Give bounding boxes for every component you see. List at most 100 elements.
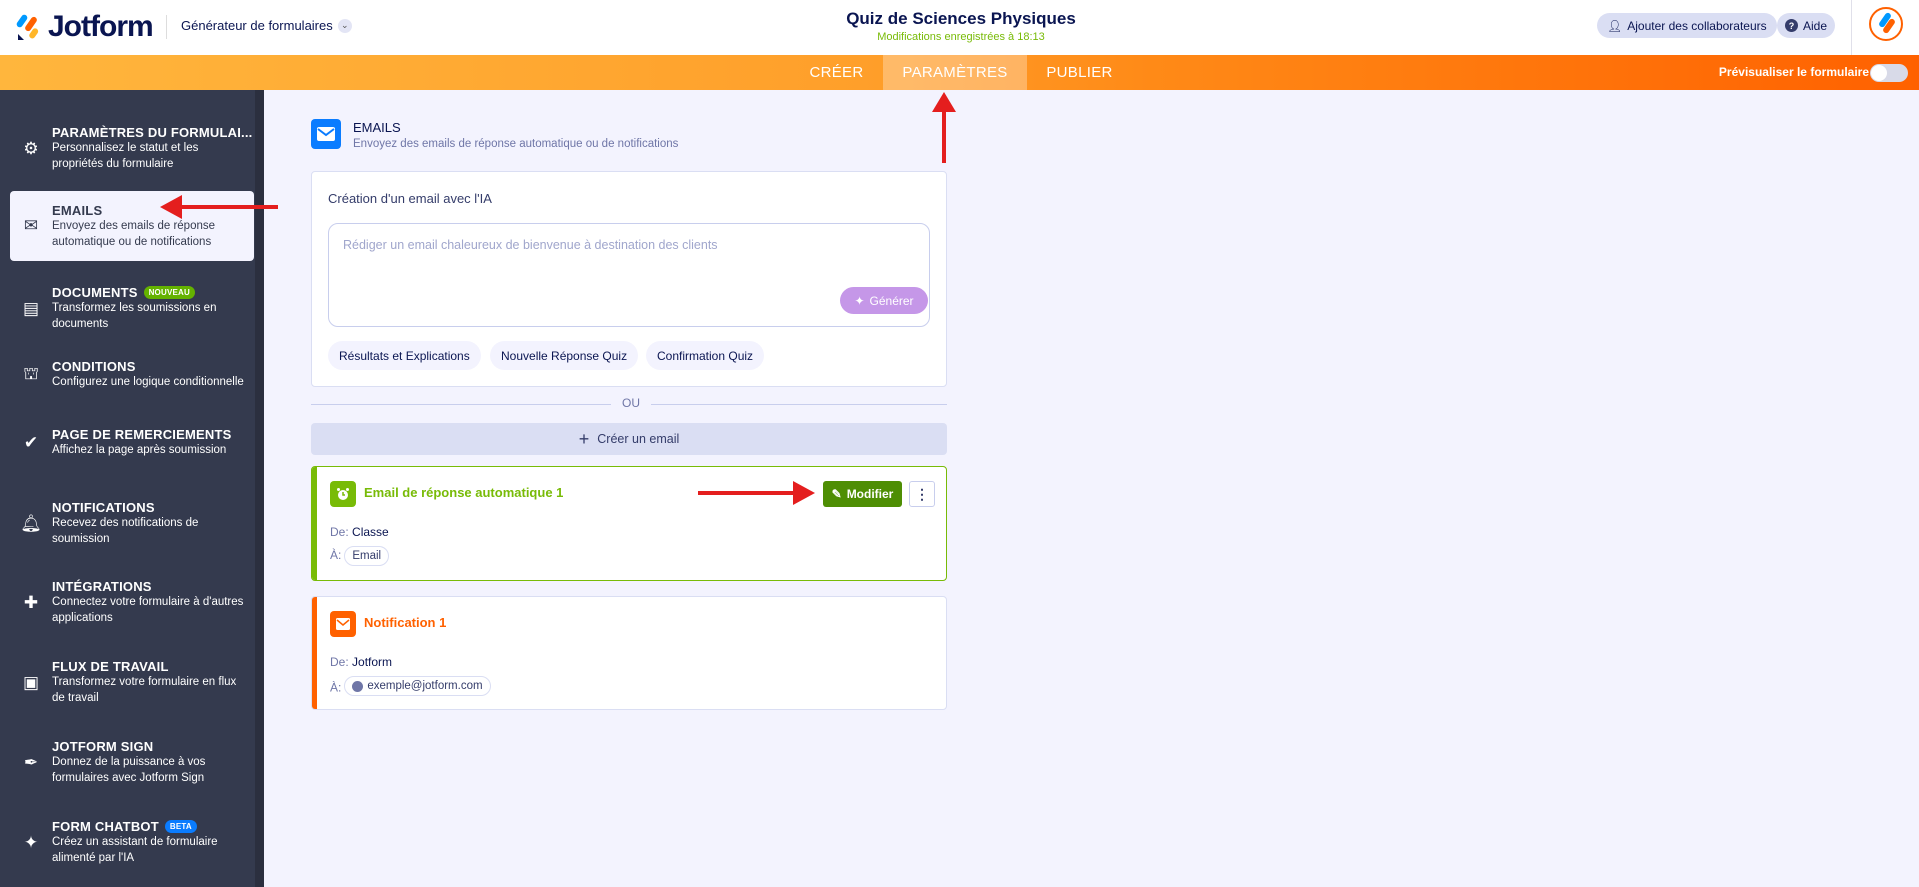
badge: BETA bbox=[164, 820, 197, 833]
edit-button[interactable]: ✎ Modifier bbox=[823, 481, 902, 507]
autoresponder-email-card[interactable]: Email de réponse automatique 1 ✎ Modifier… bbox=[311, 466, 947, 581]
badge: NOUVEAU bbox=[143, 286, 195, 299]
recipient-chip: exemple@jotform.com bbox=[344, 676, 491, 696]
hierarchy-icon: ⛫ bbox=[23, 363, 39, 383]
card-accent bbox=[312, 597, 317, 709]
ai-card-title: Création d'un email avec l'IA bbox=[328, 191, 492, 206]
more-vertical-icon: ⋮ bbox=[915, 485, 929, 502]
ai-email-card: Création d'un email avec l'IA Rédiger un… bbox=[311, 171, 947, 387]
sidebar-item-param-tres-du-formulai[interactable]: ⚙ PARAMÈTRES DU FORMULAI... Personnalisez … bbox=[10, 119, 254, 178]
sidebar-item-description: Créez un assistant de formulaire aliment… bbox=[52, 836, 218, 864]
pen-nib-icon: ✒ bbox=[23, 752, 39, 772]
generate-label: Générer bbox=[869, 293, 914, 308]
sidebar-scrollbar[interactable] bbox=[255, 90, 264, 887]
sidebar-item-title: INTÉGRATIONS bbox=[52, 579, 152, 594]
sidebar-item-title: PARAMÈTRES DU FORMULAI... bbox=[52, 125, 253, 140]
jotform-logo[interactable]: Jotform bbox=[16, 10, 154, 44]
recipient-value: Email bbox=[352, 550, 382, 562]
sidebar-item-jotform-sign[interactable]: ✒ JOTFORM SIGN Donnez de la puissance à vo… bbox=[10, 733, 254, 792]
form-title[interactable]: Quiz de Sciences Physiques bbox=[760, 9, 1162, 29]
avatar[interactable] bbox=[1869, 7, 1903, 41]
sidebar-item-int-grations[interactable]: ✚ INTÉGRATIONS Connectez votre formulaire … bbox=[10, 573, 254, 632]
sidebar-item-page-de-remerciements[interactable]: ✔ PAGE DE REMERCIEMENTS Affichez la page a… bbox=[10, 421, 254, 464]
brand-name: Jotform bbox=[48, 10, 154, 43]
from-line: De: Classe bbox=[330, 525, 389, 539]
annotation-arrows bbox=[160, 92, 956, 505]
builder-dropdown[interactable]: Générateur de formulaires ⌄ bbox=[181, 18, 352, 33]
sidebar-item-title: PAGE DE REMERCIEMENTS bbox=[52, 427, 232, 442]
or-separator: OU bbox=[622, 396, 640, 410]
divider bbox=[651, 404, 947, 405]
sidebar-item-title: EMAILS bbox=[52, 202, 103, 218]
envelope-icon: ✉ bbox=[23, 216, 39, 235]
sidebar-item-title: DOCUMENTS bbox=[52, 285, 138, 300]
question-icon: ? bbox=[1785, 19, 1798, 32]
sidebar-item-notifications[interactable]: 🔔︎ NOTIFICATIONS Recevez des notifications… bbox=[10, 494, 254, 553]
more-options-button[interactable]: ⋮ bbox=[909, 481, 935, 507]
divider bbox=[311, 404, 611, 405]
tab-publish[interactable]: PUBLIER bbox=[1027, 55, 1132, 90]
section-title: EMAILS bbox=[353, 120, 401, 135]
sidebar-item-description: Configurez une logique conditionnelle bbox=[52, 376, 244, 388]
help-label: Aide bbox=[1803, 18, 1828, 33]
ai-prompt-input[interactable]: Rédiger un email chaleureux de bienvenue… bbox=[328, 223, 930, 327]
envelope-icon bbox=[311, 119, 341, 149]
preview-toggle[interactable] bbox=[1870, 64, 1908, 82]
user-circle-icon bbox=[352, 680, 364, 692]
pencil-icon: ✎ bbox=[831, 487, 842, 501]
suggestion-chip[interactable]: Nouvelle Réponse Quiz bbox=[490, 341, 639, 370]
tab-create[interactable]: CRÉER bbox=[790, 55, 883, 90]
plus-icon: + bbox=[578, 428, 590, 449]
sidebar-item-form-chatbot[interactable]: ✦ FORM CHATBOT BETA Créez un assistant de f… bbox=[10, 813, 254, 872]
create-email-button[interactable]: + Créer un email bbox=[311, 423, 947, 455]
sidebar-item-conditions[interactable]: ⛫ CONDITIONS Configurez une logique condit… bbox=[10, 353, 254, 396]
section-description: Envoyez des emails de réponse automatiqu… bbox=[353, 138, 679, 150]
to-label: À: bbox=[330, 548, 342, 562]
sidebar-item-emails[interactable]: ✉ EMAILS Envoyez des emails de réponse aut… bbox=[10, 191, 254, 261]
divider bbox=[1851, 0, 1852, 55]
sidebar-item-description: Transformez votre formulaire en flux de … bbox=[52, 676, 237, 704]
builder-tabs-bar: CRÉER PARAMÈTRES PUBLIER Prévisualiser l… bbox=[0, 55, 1919, 90]
top-header: Jotform Générateur de formulaires ⌄ Quiz … bbox=[0, 0, 1919, 55]
recipient-value: exemple@jotform.com bbox=[367, 680, 483, 692]
alarm-clock-icon bbox=[330, 481, 356, 507]
sidebar-item-flux-de-travail[interactable]: ▣ FLUX DE TRAVAIL Transformez votre formul… bbox=[10, 653, 254, 712]
from-line: De: Jotform bbox=[330, 655, 392, 669]
sparkle-icon: ✦ bbox=[23, 832, 39, 852]
suggestion-chip[interactable]: Résultats et Explications bbox=[328, 341, 481, 370]
generate-button[interactable]: ✦ Générer bbox=[840, 287, 928, 314]
sidebar-item-title: FORM CHATBOT bbox=[52, 819, 159, 834]
email-name: Email de réponse automatique 1 bbox=[364, 485, 564, 500]
sidebar-item-description: Envoyez des emails de réponse automatiqu… bbox=[52, 219, 216, 248]
help-button[interactable]: ? Aide bbox=[1777, 13, 1836, 38]
document-icon: ▤ bbox=[22, 298, 40, 318]
notification-email-card[interactable]: Notification 1 De: Jotform À: exemple@jot… bbox=[311, 596, 947, 710]
collaborators-label: Ajouter des collaborateurs bbox=[1627, 18, 1767, 33]
add-collaborators-button[interactable]: 👤︎ Ajouter des collaborateurs bbox=[1597, 13, 1777, 38]
chevron-down-icon: ⌄ bbox=[337, 18, 352, 33]
sidebar-item-description: Transformez les soumissions en documents bbox=[52, 302, 217, 330]
sidebar-item-title: JOTFORM SIGN bbox=[52, 739, 154, 754]
to-line: À: Email bbox=[330, 546, 390, 566]
to-label: À: bbox=[330, 680, 342, 695]
tab-settings[interactable]: PARAMÈTRES bbox=[883, 55, 1027, 90]
preview-label: Prévisualiser le formulaire bbox=[1718, 65, 1869, 79]
sidebar-item-description: Affichez la page après soumission bbox=[52, 444, 227, 456]
save-status: Modifications enregistrées à 18:13 bbox=[877, 31, 1045, 43]
notification-envelope-icon bbox=[330, 611, 356, 637]
suggestion-chip[interactable]: Confirmation Quiz bbox=[646, 341, 765, 370]
edit-label: Modifier bbox=[846, 487, 894, 501]
sidebar-item-title: FLUX DE TRAVAIL bbox=[52, 659, 169, 674]
sidebar-item-documents[interactable]: ▤ DOCUMENTS NOUVEAU Transformez les soumiss… bbox=[10, 279, 254, 338]
email-name: Notification 1 bbox=[364, 615, 447, 630]
sidebar-item-title: CONDITIONS bbox=[52, 359, 136, 374]
gear-icon: ⚙ bbox=[23, 138, 39, 158]
user-icon: 👤︎ bbox=[1607, 18, 1623, 33]
builder-label: Générateur de formulaires bbox=[181, 18, 333, 33]
from-label: De: bbox=[330, 525, 349, 539]
card-accent bbox=[312, 467, 317, 580]
sidebar-item-description: Recevez des notifications de soumission bbox=[52, 517, 199, 545]
from-label: De: bbox=[330, 655, 349, 669]
recipient-chip: Email bbox=[344, 546, 390, 566]
sidebar-item-description: Connectez votre formulaire à d'autres ap… bbox=[52, 596, 244, 624]
